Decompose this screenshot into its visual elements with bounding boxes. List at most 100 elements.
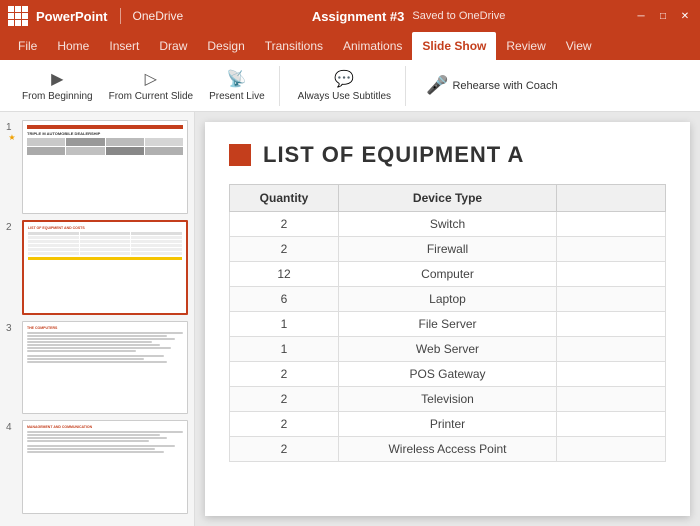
save-status: Saved to OneDrive <box>412 10 505 22</box>
from-current-label: From Current Slide <box>109 91 193 102</box>
qty-5: 1 <box>230 312 339 337</box>
slide-thumb-3[interactable]: THE COMPUTERS <box>22 321 188 415</box>
table-row: 2 Firewall <box>230 237 666 262</box>
maximize-button[interactable]: □ <box>656 9 670 23</box>
set-up-group: 💬 Always Use Subtitles <box>284 66 406 106</box>
heading-accent-square <box>229 144 251 166</box>
qty-2: 2 <box>230 237 339 262</box>
rehearse-label: Rehearse with Coach <box>452 80 557 92</box>
tab-design[interactable]: Design <box>197 32 254 60</box>
always-use-subtitles-button[interactable]: 💬 Always Use Subtitles <box>292 66 397 105</box>
extra-5 <box>557 312 666 337</box>
extra-3 <box>557 262 666 287</box>
device-9: Printer <box>339 412 557 437</box>
main-slide-area: LIST OF EQUIPMENT A Quantity Device Type… <box>195 112 700 526</box>
slide-number-2: 2 <box>6 220 18 233</box>
cloud-service-label: OneDrive <box>133 9 184 23</box>
slide2-title-preview: LIST OF EQUIPMENT AND COSTS <box>28 226 182 230</box>
table-row: 12 Computer <box>230 262 666 287</box>
rehearse-coach-button[interactable]: 🎤 Rehearse with Coach <box>418 71 566 100</box>
col-header-extra <box>557 185 666 212</box>
slide1-title-preview: TRIPLE M AUTOMOBILE DEALERSHIP <box>27 131 183 136</box>
from-beginning-button[interactable]: ▶ From Beginning <box>16 66 99 105</box>
slide-thumb-row-1: 1 ★ TRIPLE M AUTOMOBILE DEALERSHIP <box>6 120 188 214</box>
from-beginning-label: From Beginning <box>22 91 93 102</box>
tab-review[interactable]: Review <box>496 32 555 60</box>
extra-4 <box>557 287 666 312</box>
qty-7: 2 <box>230 362 339 387</box>
table-row: 2 Television <box>230 387 666 412</box>
tab-animations[interactable]: Animations <box>333 32 412 60</box>
device-10: Wireless Access Point <box>339 437 557 462</box>
minimize-button[interactable]: ─ <box>634 9 648 23</box>
device-1: Switch <box>339 212 557 237</box>
ribbon-tabs: File Home Insert Draw Design Transitions… <box>0 32 700 60</box>
table-row: 2 Wireless Access Point <box>230 437 666 462</box>
qty-8: 2 <box>230 387 339 412</box>
qty-9: 2 <box>230 412 339 437</box>
main-area: 1 ★ TRIPLE M AUTOMOBILE DEALERSHIP <box>0 112 700 526</box>
equipment-table: Quantity Device Type 2 Switch 2 <box>229 184 666 462</box>
present-live-label: Present Live <box>209 91 265 102</box>
device-3: Computer <box>339 262 557 287</box>
device-4: Laptop <box>339 287 557 312</box>
slide-heading-text: LIST OF EQUIPMENT A <box>263 142 524 168</box>
present-live-icon: 📡 <box>227 69 247 89</box>
col-header-quantity: Quantity <box>230 185 339 212</box>
slide-canvas: LIST OF EQUIPMENT A Quantity Device Type… <box>205 122 690 516</box>
from-beginning-icon: ▶ <box>51 69 63 89</box>
col-header-device-type: Device Type <box>339 185 557 212</box>
extra-6 <box>557 337 666 362</box>
tab-insert[interactable]: Insert <box>99 32 149 60</box>
table-row: 6 Laptop <box>230 287 666 312</box>
slide-thumb-row-2: 2 LIST OF EQUIPMENT AND COSTS <box>6 220 188 315</box>
device-5: File Server <box>339 312 557 337</box>
document-title: Assignment #3 <box>312 9 404 24</box>
device-8: Television <box>339 387 557 412</box>
title-bar: PowerPoint OneDrive Assignment #3 Saved … <box>0 0 700 32</box>
slide-thumb-2[interactable]: LIST OF EQUIPMENT AND COSTS <box>22 220 188 315</box>
extra-10 <box>557 437 666 462</box>
slide3-title-preview: THE COMPUTERS <box>27 326 183 330</box>
extra-9 <box>557 412 666 437</box>
start-slideshow-group: ▶ From Beginning ▷ From Current Slide 📡 … <box>8 66 280 106</box>
qty-3: 12 <box>230 262 339 287</box>
tab-transitions[interactable]: Transitions <box>255 32 333 60</box>
extra-8 <box>557 387 666 412</box>
waffle-icon[interactable] <box>8 6 28 26</box>
device-2: Firewall <box>339 237 557 262</box>
close-button[interactable]: ✕ <box>678 9 692 23</box>
tab-view[interactable]: View <box>556 32 602 60</box>
rehearse-group: 🎤 Rehearse with Coach <box>410 66 574 106</box>
table-row: 2 Switch <box>230 212 666 237</box>
from-current-slide-button[interactable]: ▷ From Current Slide <box>103 66 199 105</box>
slide-number-3: 3 <box>6 321 18 334</box>
tab-slide-show[interactable]: Slide Show <box>412 32 496 60</box>
table-row: 1 File Server <box>230 312 666 337</box>
present-live-button[interactable]: 📡 Present Live <box>203 66 271 105</box>
slide-heading-row: LIST OF EQUIPMENT A <box>229 142 666 168</box>
table-row: 1 Web Server <box>230 337 666 362</box>
extra-7 <box>557 362 666 387</box>
tab-draw[interactable]: Draw <box>149 32 197 60</box>
slide-thumb-4[interactable]: MANAGEMENT AND COMMUNICATION <box>22 420 188 514</box>
ribbon-commands: ▶ From Beginning ▷ From Current Slide 📡 … <box>0 60 700 112</box>
tab-file[interactable]: File <box>8 32 47 60</box>
slide-thumb-row-3: 3 THE COMPUTERS <box>6 321 188 415</box>
table-row: 2 POS Gateway <box>230 362 666 387</box>
app-name: PowerPoint <box>36 9 108 24</box>
slide-star-1: ★ <box>8 133 15 142</box>
slide-number-4: 4 <box>6 420 18 433</box>
device-7: POS Gateway <box>339 362 557 387</box>
qty-1: 2 <box>230 212 339 237</box>
extra-2 <box>557 237 666 262</box>
from-current-icon: ▷ <box>145 69 157 89</box>
qty-4: 6 <box>230 287 339 312</box>
slide-thumb-1[interactable]: TRIPLE M AUTOMOBILE DEALERSHIP <box>22 120 188 214</box>
extra-1 <box>557 212 666 237</box>
tab-home[interactable]: Home <box>47 32 99 60</box>
slide-panel: 1 ★ TRIPLE M AUTOMOBILE DEALERSHIP <box>0 112 195 526</box>
device-6: Web Server <box>339 337 557 362</box>
rehearse-icon: 🎤 <box>426 75 448 96</box>
title-separator <box>120 8 121 24</box>
